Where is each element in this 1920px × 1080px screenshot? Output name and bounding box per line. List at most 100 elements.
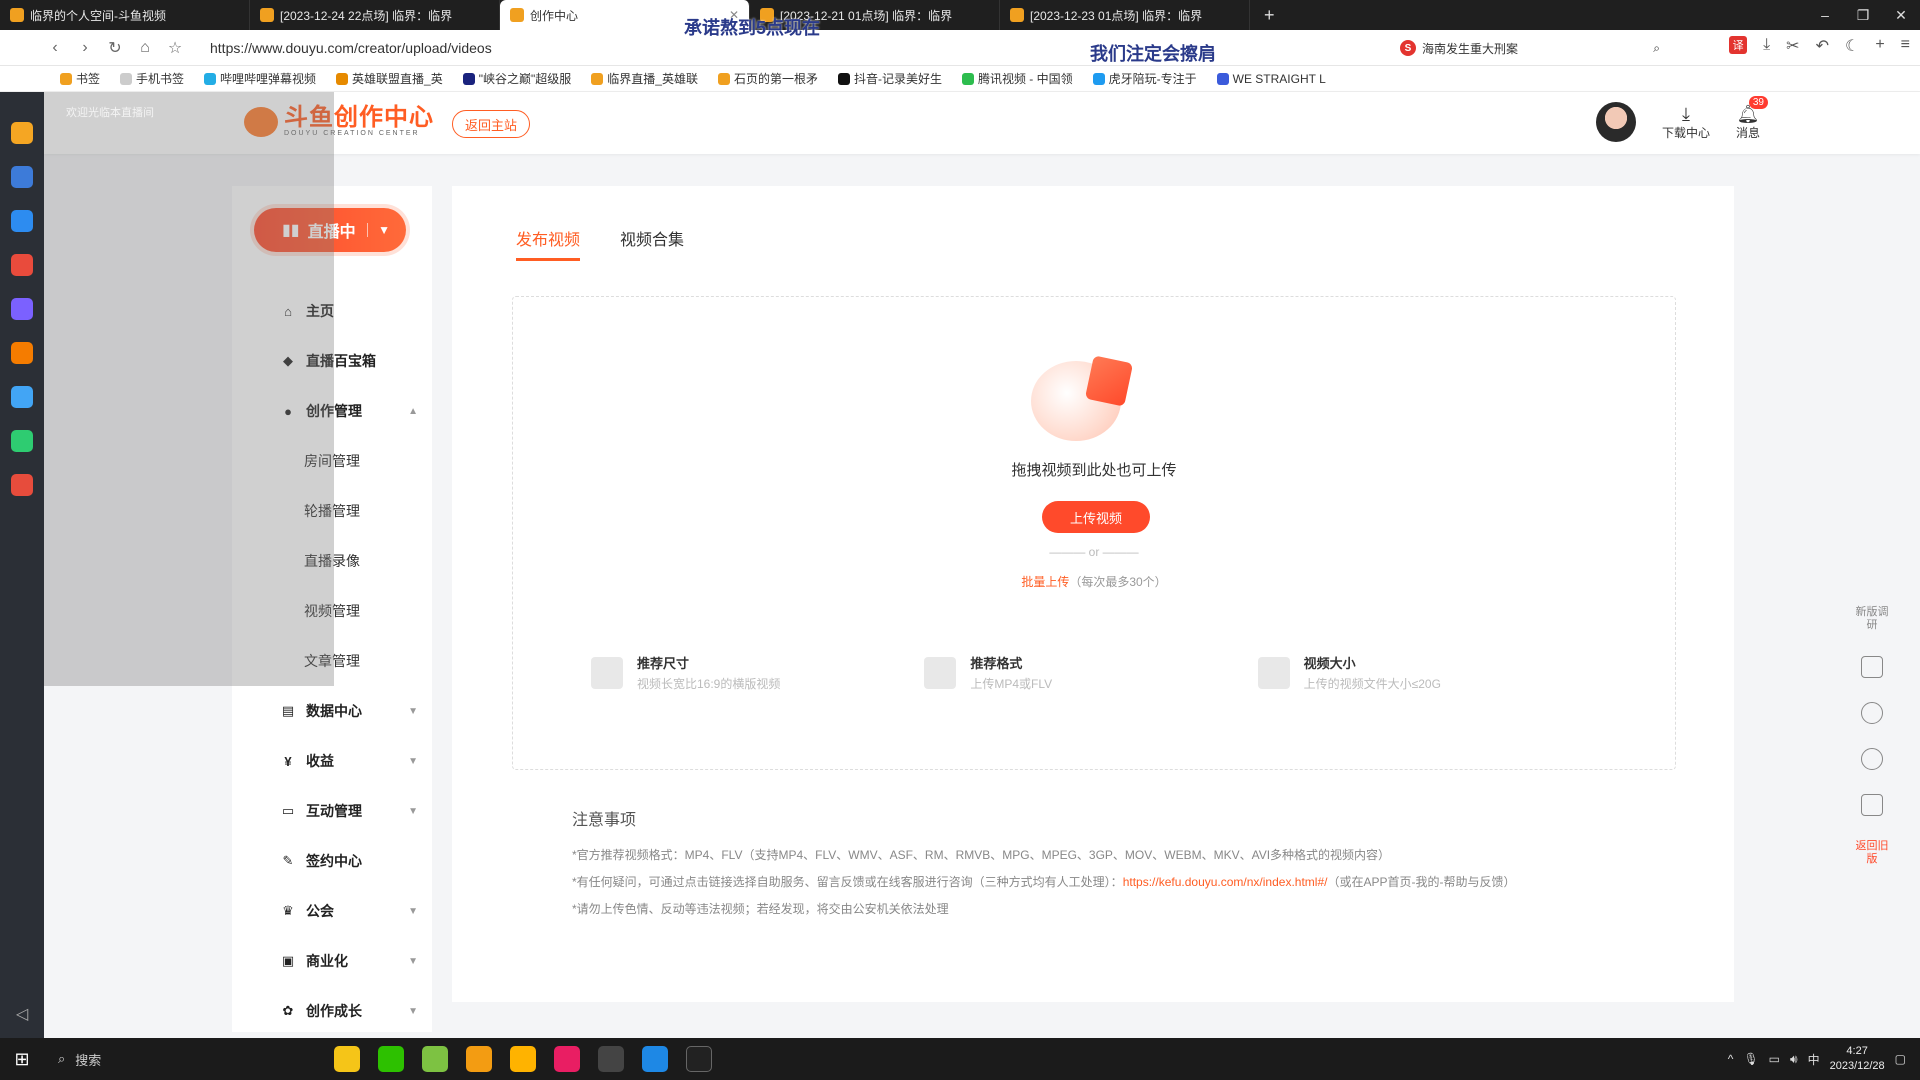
tool-app-icon[interactable]: [11, 386, 33, 408]
bookmark-item[interactable]: 书签: [60, 70, 100, 87]
ime-icon[interactable]: 中: [1808, 1051, 1820, 1068]
monitor-icon[interactable]: [1861, 794, 1883, 816]
messages-button[interactable]: 🔔︎ 39 消息: [1736, 95, 1768, 141]
back-arrow-icon[interactable]: ‹: [40, 39, 70, 57]
clock-app-icon[interactable]: [11, 166, 33, 188]
green-app-icon[interactable]: [422, 1046, 448, 1072]
nav-item-toolbox[interactable]: ◆ 直播百宝箱: [232, 336, 432, 386]
reload-icon[interactable]: ↻: [100, 38, 130, 58]
bookmark-item[interactable]: 石页的第一根矛: [717, 70, 818, 87]
tab-publish-video[interactable]: 发布视频: [516, 226, 581, 261]
nav-item-contract[interactable]: ✎ 签约中心: [232, 836, 432, 886]
edit-app-icon[interactable]: [11, 298, 33, 320]
nav-item-articles[interactable]: 文章管理: [232, 636, 432, 686]
download-center-button[interactable]: ⤓ 下载中心: [1662, 104, 1710, 141]
undo-icon[interactable]: ↶: [1816, 36, 1829, 56]
maximize-icon[interactable]: ❐: [1844, 7, 1882, 24]
nav-item-recordings[interactable]: 直播录像: [232, 536, 432, 586]
play-icon[interactable]: [1861, 656, 1883, 678]
capcut-app-icon[interactable]: [686, 1046, 712, 1072]
avatar[interactable]: [1595, 102, 1636, 142]
search-icon[interactable]: ⌕: [1653, 41, 1660, 56]
tab-title: [2023-12-23 01点场] 临界：临界: [1030, 8, 1203, 23]
browser-search-box[interactable]: S 海南发生重大刑案 ⌕: [1400, 35, 1660, 61]
new-version-survey-link[interactable]: 新版调研: [1852, 606, 1892, 632]
headset-icon[interactable]: [1861, 748, 1883, 770]
new-tab-button[interactable]: +: [1250, 5, 1289, 26]
bookmark-item[interactable]: 英雄联盟直播_英: [336, 70, 443, 87]
help-icon[interactable]: [1861, 702, 1883, 724]
orange-app-icon[interactable]: [466, 1046, 492, 1072]
right-floating-tools: 新版调研 返回旧版: [1852, 606, 1892, 866]
collapse-icon[interactable]: ◁: [16, 1004, 28, 1024]
search-app-icon[interactable]: [11, 342, 33, 364]
red-app-icon[interactable]: [554, 1046, 580, 1072]
chevron-down-icon: ▼: [408, 705, 418, 717]
chevron-up-icon[interactable]: ^: [1728, 1052, 1734, 1066]
chat-app-icon[interactable]: [11, 430, 33, 452]
upload-dropzone[interactable]: 拖拽视频到此处也可上传 上传视频 ——— or ——— 批量上传（每次最多30个…: [512, 296, 1676, 770]
download-icon[interactable]: ⤓: [1763, 36, 1770, 56]
tab-video-collection[interactable]: 视频合集: [620, 226, 684, 261]
bookmark-item[interactable]: 虎牙陪玩-专注于: [1092, 70, 1197, 87]
live-status-button[interactable]: ▮▮ 直播中 ▼: [254, 208, 406, 252]
add-icon[interactable]: +: [1875, 36, 1884, 56]
wechat-app-icon[interactable]: [378, 1046, 404, 1072]
bookmark-item[interactable]: 哔哩哔哩弹幕视频: [204, 70, 316, 87]
windows-taskbar: ⊞ ⌕ 搜索 ^ 🎙︎ ▭ 🔊︎ 中 4:27 2023/12/28 ▢: [0, 1038, 1920, 1080]
folder-app-icon[interactable]: [334, 1046, 360, 1072]
nav-item-data[interactable]: ▤ 数据中心 ▼: [232, 686, 432, 736]
nav-item-interaction[interactable]: ▭ 互动管理 ▼: [232, 786, 432, 836]
g-app-icon[interactable]: [598, 1046, 624, 1072]
browser-tab[interactable]: [2023-12-23 01点场] 临界：临界: [1000, 0, 1250, 30]
browser-tab[interactable]: 临界的个人空间-斗鱼视频: [0, 0, 250, 30]
back-old-version-link[interactable]: 返回旧版: [1852, 840, 1892, 866]
menu-icon[interactable]: ≡: [1901, 36, 1910, 56]
nav-item-business[interactable]: ▣ 商业化 ▼: [232, 936, 432, 986]
bookmark-item[interactable]: "峡谷之巅"超级服: [462, 70, 571, 87]
chevron-down-icon[interactable]: ▼: [367, 223, 390, 237]
nav-item-revenue[interactable]: ¥ 收益 ▼: [232, 736, 432, 786]
taskbar-search[interactable]: ⌕ 搜索: [44, 1050, 254, 1069]
mic-icon[interactable]: 🎙︎: [1743, 1052, 1758, 1066]
support-link[interactable]: https://kefu.douyu.com/nx/index.html#/: [1123, 875, 1328, 889]
windows-start-icon[interactable]: ⊞: [0, 1049, 44, 1070]
back-to-main-button[interactable]: 返回主站: [452, 110, 531, 138]
nav-item-home[interactable]: ⌂ 主页: [232, 286, 432, 336]
home-icon[interactable]: ⌂: [130, 39, 160, 57]
taskbar-clock[interactable]: 4:27 2023/12/28: [1830, 1044, 1885, 1074]
nav-item-carousel[interactable]: 轮播管理: [232, 486, 432, 536]
moon-icon[interactable]: ☾: [1845, 36, 1859, 56]
pdf-app-icon[interactable]: [11, 254, 33, 276]
bookmark-item[interactable]: 腾讯视频 - 中国领: [961, 70, 1073, 87]
translate-icon[interactable]: 译: [1729, 36, 1748, 54]
star-app-icon[interactable]: [11, 122, 33, 144]
spec-title: 推荐尺寸: [637, 656, 690, 671]
star-icon[interactable]: ☆: [160, 38, 190, 58]
volume-icon[interactable]: 🔊︎: [1790, 1052, 1798, 1067]
upload-video-button[interactable]: 上传视频: [1042, 501, 1150, 533]
nav-item-creation[interactable]: ● 创作管理 ▲: [232, 386, 432, 436]
douyu-logo[interactable]: 斗鱼创作中心 DOUYU CREATION CENTER: [244, 106, 434, 137]
nav-item-guild[interactable]: ♛ 公会 ▼: [232, 886, 432, 936]
cloud-app-icon[interactable]: [11, 210, 33, 232]
nav-item-growth[interactable]: ✿ 创作成长 ▼: [232, 986, 432, 1036]
nav-item-videos[interactable]: 视频管理: [232, 586, 432, 636]
tab-title: [2023-12-24 22点场] 临界：临界: [280, 8, 453, 23]
close-window-icon[interactable]: ✕: [1882, 7, 1920, 24]
note-app-icon[interactable]: [11, 474, 33, 496]
minimize-icon[interactable]: –: [1806, 7, 1844, 24]
owl-app-icon[interactable]: [510, 1046, 536, 1072]
nav-item-room[interactable]: 房间管理: [232, 436, 432, 486]
bookmark-item[interactable]: WE STRAIGHT L: [1216, 72, 1326, 86]
bookmark-item[interactable]: 抖音-记录美好生: [837, 70, 942, 87]
network-icon[interactable]: ▭: [1769, 1052, 1780, 1066]
batch-upload-link[interactable]: 批量上传: [1021, 575, 1069, 589]
scissors-icon[interactable]: ✂: [1786, 36, 1799, 56]
bookmark-item[interactable]: 临界直播_英雄联: [591, 70, 698, 87]
bookmark-item[interactable]: 手机书签: [120, 70, 184, 87]
forward-arrow-icon[interactable]: ›: [70, 39, 100, 57]
browser-tab[interactable]: [2023-12-24 22点场] 临界：临界: [250, 0, 500, 30]
browser-app-icon[interactable]: [642, 1046, 668, 1072]
notification-icon[interactable]: ▢: [1895, 1052, 1906, 1066]
